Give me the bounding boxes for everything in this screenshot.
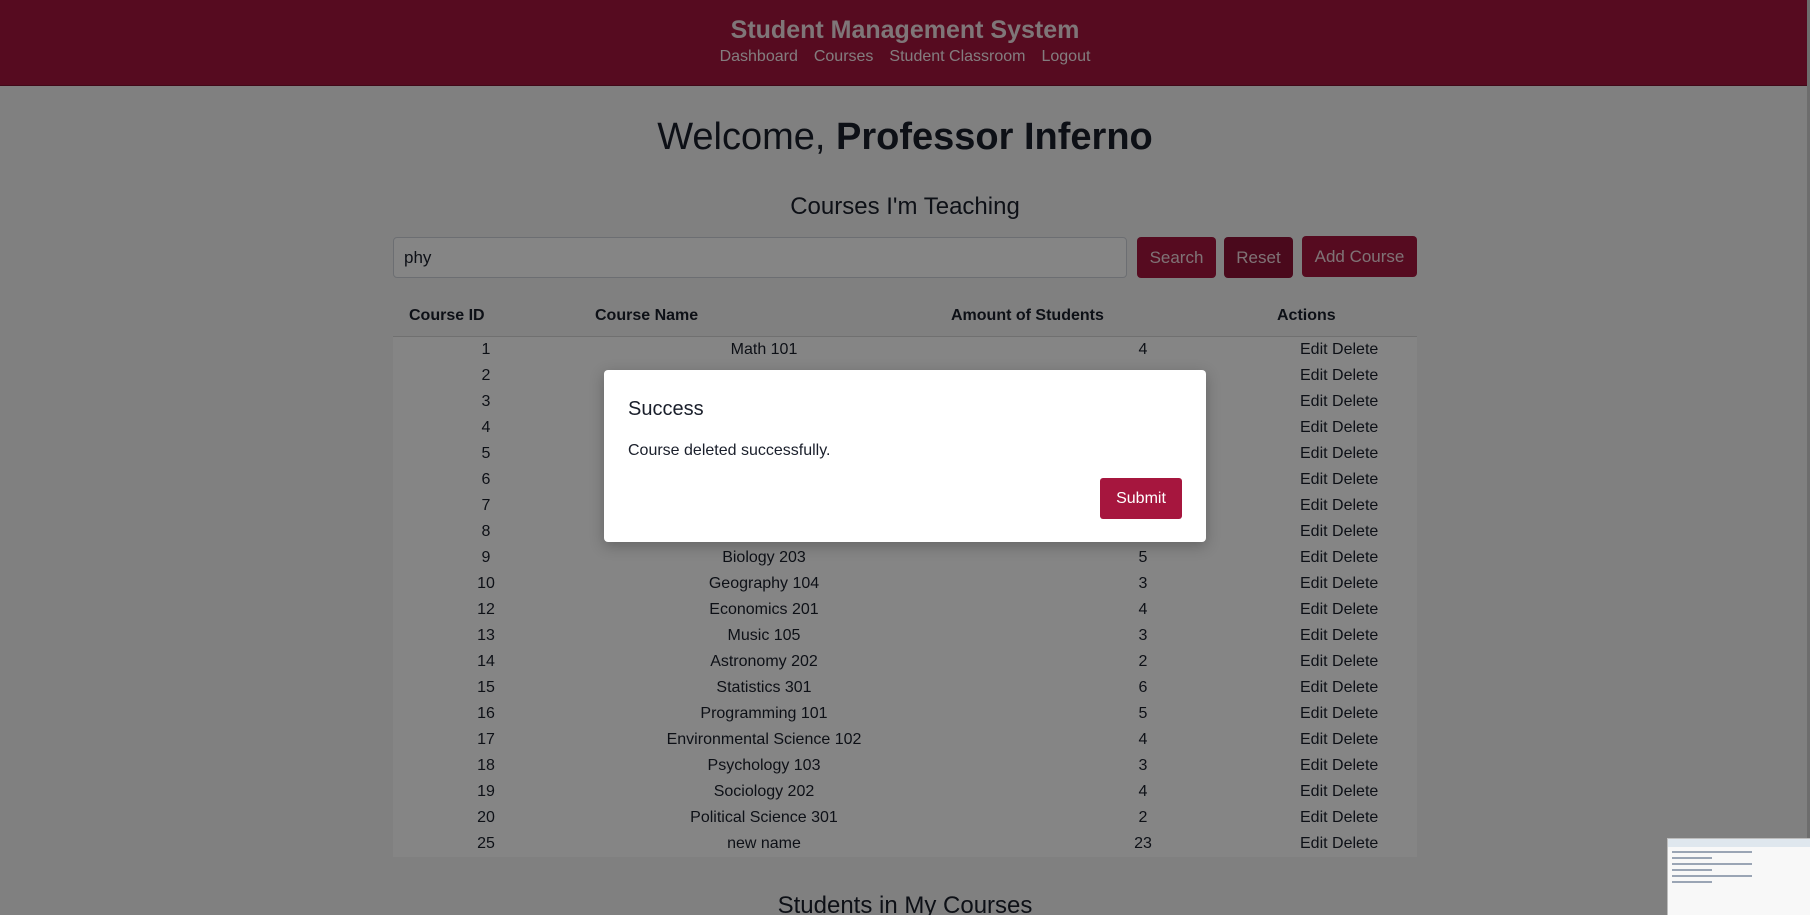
thumbnail-line <box>1672 857 1712 859</box>
modal-message: Course deleted successfully. <box>628 442 831 459</box>
modal-title: Success <box>628 398 704 420</box>
thumbnail-line <box>1672 851 1752 853</box>
thumbnail-line <box>1672 869 1712 871</box>
window-preview-thumbnail[interactable] <box>1667 838 1810 915</box>
thumbnail-line <box>1672 875 1752 877</box>
thumbnail-toolbar <box>1668 839 1810 847</box>
page: Student Management System Dashboard Cour… <box>0 0 1810 915</box>
success-modal: Success Course deleted successfully. Sub… <box>604 370 1206 542</box>
modal-submit-button[interactable]: Submit <box>1100 478 1182 519</box>
thumbnail-line <box>1672 881 1712 883</box>
thumbnail-line <box>1672 863 1752 865</box>
